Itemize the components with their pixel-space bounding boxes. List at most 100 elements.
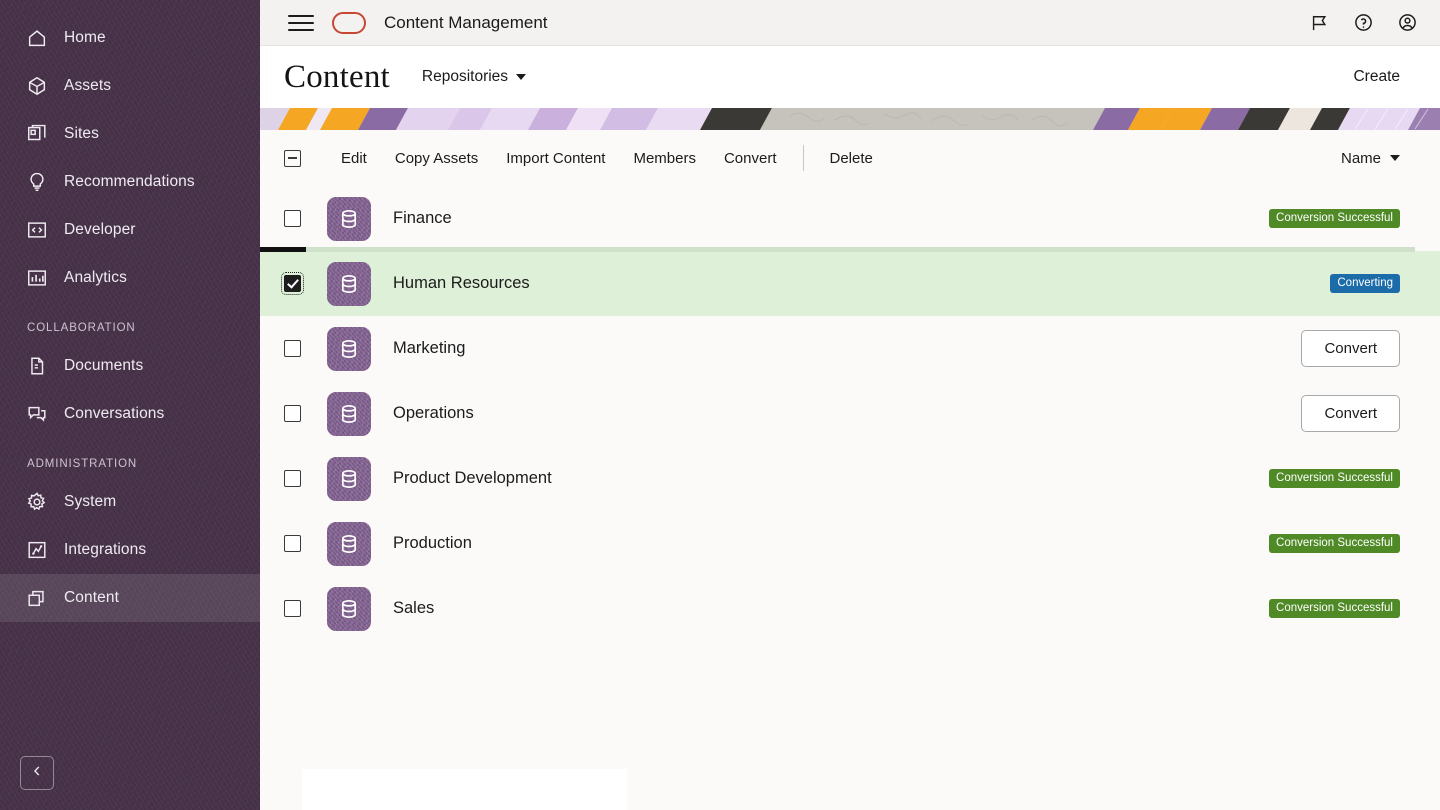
sidebar-item-developer[interactable]: Developer [0, 206, 260, 254]
repository-database-icon [327, 197, 371, 241]
sidebar-collapse-button[interactable] [20, 756, 54, 790]
sidebar-item-assets[interactable]: Assets [0, 62, 260, 110]
repository-database-icon [327, 262, 371, 306]
sidebar-item-label: Home [64, 29, 106, 47]
table-row[interactable]: Marketing Convert [260, 316, 1440, 381]
repository-name: Marketing [393, 339, 465, 358]
convert-button[interactable]: Convert [710, 144, 791, 173]
import-content-button[interactable]: Import Content [492, 144, 619, 173]
table-row[interactable]: Finance Conversion Successful [260, 186, 1440, 251]
app-root: Home Assets [0, 0, 1440, 810]
sidebar: Home Assets [0, 0, 260, 810]
status-badge: Conversion Successful [1269, 599, 1400, 618]
sidebar-item-label: Integrations [64, 541, 146, 559]
table-row[interactable]: Human Resources Converting [260, 251, 1440, 316]
analytics-chart-icon [22, 263, 52, 293]
sidebar-item-integrations[interactable]: Integrations [0, 526, 260, 574]
chevron-left-icon [30, 764, 44, 783]
sort-label: Name [1341, 150, 1381, 167]
integrations-icon [22, 535, 52, 565]
repository-list: Finance Conversion Successful Human Reso… [260, 186, 1440, 810]
sidebar-section-administration: ADMINISTRATION [0, 438, 260, 478]
repository-database-icon [327, 327, 371, 371]
repository-name: Finance [393, 209, 452, 228]
edit-button[interactable]: Edit [327, 144, 381, 173]
page-header: Content Repositories Create [260, 46, 1440, 108]
sidebar-item-home[interactable]: Home [0, 14, 260, 62]
repository-name: Production [393, 534, 472, 553]
sidebar-scroll: Home Assets [0, 0, 260, 810]
repository-name: Human Resources [393, 274, 530, 293]
select-all-checkbox[interactable] [284, 150, 301, 167]
status-badge: Conversion Successful [1269, 469, 1400, 488]
sidebar-item-label: Documents [64, 357, 143, 375]
chevron-down-icon [1390, 155, 1400, 161]
page-title: Content [284, 59, 390, 96]
status-badge: Conversion Successful [1269, 209, 1400, 228]
hamburger-menu-icon[interactable] [288, 10, 314, 36]
conversations-icon [22, 399, 52, 429]
sidebar-item-label: Analytics [64, 269, 127, 287]
sidebar-item-label: Recommendations [64, 173, 195, 191]
sidebar-item-label: Sites [64, 125, 99, 143]
status-badge: Converting [1330, 274, 1400, 293]
row-checkbox[interactable] [284, 600, 301, 617]
row-convert-button[interactable]: Convert [1301, 330, 1400, 367]
sidebar-item-system[interactable]: System [0, 478, 260, 526]
sidebar-item-documents[interactable]: Documents [0, 342, 260, 390]
sidebar-item-label: Conversations [64, 405, 164, 423]
row-checkbox[interactable] [284, 275, 301, 292]
table-row[interactable]: Product Development Conversion Successfu… [260, 446, 1440, 511]
sites-icon [22, 119, 52, 149]
status-badge: Conversion Successful [1269, 534, 1400, 553]
sidebar-item-analytics[interactable]: Analytics [0, 254, 260, 302]
conversion-progress-bar [260, 247, 1415, 252]
sidebar-item-conversations[interactable]: Conversations [0, 390, 260, 438]
sidebar-item-label: Content [64, 589, 119, 607]
help-icon[interactable] [1346, 6, 1380, 40]
members-button[interactable]: Members [619, 144, 710, 173]
flag-icon[interactable] [1302, 6, 1336, 40]
sidebar-item-sites[interactable]: Sites [0, 110, 260, 158]
oracle-logo [332, 12, 366, 34]
code-icon [22, 215, 52, 245]
action-toolbar: Edit Copy Assets Import Content Members … [260, 130, 1440, 186]
repositories-dropdown-label: Repositories [422, 68, 508, 86]
sidebar-item-recommendations[interactable]: Recommendations [0, 158, 260, 206]
sidebar-item-content[interactable]: Content [0, 574, 260, 622]
home-icon [22, 23, 52, 53]
row-checkbox[interactable] [284, 210, 301, 227]
repository-database-icon [327, 457, 371, 501]
sidebar-item-label: Developer [64, 221, 136, 239]
floating-panel [302, 769, 627, 810]
gear-icon [22, 487, 52, 517]
repository-database-icon [327, 587, 371, 631]
row-checkbox[interactable] [284, 340, 301, 357]
table-row[interactable]: Sales Conversion Successful [260, 576, 1440, 641]
row-checkbox[interactable] [284, 535, 301, 552]
decorative-banner [260, 108, 1440, 130]
table-row[interactable]: Production Conversion Successful [260, 511, 1440, 576]
toolbar-divider [803, 145, 804, 171]
table-row[interactable]: Operations Convert [260, 381, 1440, 446]
repositories-dropdown[interactable]: Repositories [422, 68, 526, 86]
sidebar-section-collaboration: COLLABORATION [0, 302, 260, 342]
sort-by-name-button[interactable]: Name [1341, 150, 1400, 167]
repository-name: Sales [393, 599, 434, 618]
copy-assets-button[interactable]: Copy Assets [381, 144, 492, 173]
documents-icon [22, 351, 52, 381]
sidebar-item-label: Assets [64, 77, 111, 95]
row-checkbox[interactable] [284, 470, 301, 487]
assets-cube-icon [22, 71, 52, 101]
row-convert-button[interactable]: Convert [1301, 395, 1400, 432]
account-icon[interactable] [1390, 6, 1424, 40]
create-button[interactable]: Create [1353, 68, 1400, 86]
chevron-down-icon [516, 74, 526, 80]
lightbulb-icon [22, 167, 52, 197]
row-checkbox[interactable] [284, 405, 301, 422]
repository-name: Operations [393, 404, 474, 423]
delete-button[interactable]: Delete [816, 144, 887, 173]
content-stack-icon [22, 583, 52, 613]
sidebar-item-label: System [64, 493, 116, 511]
app-bar: Content Management [260, 0, 1440, 46]
